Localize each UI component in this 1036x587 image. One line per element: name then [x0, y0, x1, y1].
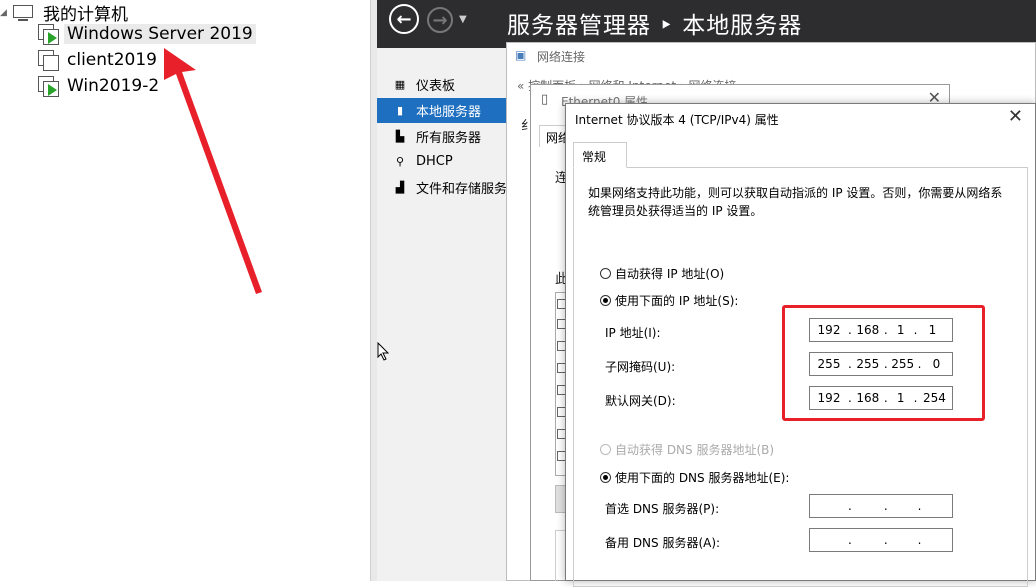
network-folder-icon: ▣ [515, 48, 527, 62]
close-icon: ✕ [1007, 106, 1023, 127]
preferred-dns-label: 首选 DNS 服务器(P): [605, 502, 720, 516]
subnet-mask-label: 子网掩码(U): [605, 360, 676, 374]
vm-library-tree: ◢ 我的计算机 Windows Server 2019 client2019 W… [0, 0, 372, 581]
radio-label: 使用下面的 IP 地址(S): [615, 294, 739, 308]
radio-button[interactable] [600, 268, 611, 279]
tree-item-label: client2019 [67, 50, 157, 70]
annotation-highlight-box [782, 305, 985, 421]
pane-splitter[interactable] [370, 0, 377, 581]
network-adapter-icon: ▯ [541, 92, 549, 107]
default-gateway-label: 默认网关(D): [605, 394, 676, 408]
auto-ip-radio[interactable]: 自动获得 IP 地址(O) [600, 265, 724, 282]
window-title: 网络连接 [537, 50, 586, 64]
nav-item-label: 文件和存储服务 [416, 182, 508, 197]
vm-running-icon [38, 76, 60, 97]
side-text: 纟 [521, 119, 535, 134]
forward-button[interactable]: → [427, 7, 453, 33]
vm-running-icon [38, 24, 60, 45]
tree-item-client2019[interactable]: client2019 [38, 50, 160, 71]
server-manager-header: ← → ▼ 服务器管理器 ‣ 本地服务器 [377, 0, 1036, 48]
radio-button[interactable] [600, 472, 611, 483]
description-text: 如果网络支持此功能，则可以获取自动指派的 IP 设置。否则，你需要从网络系统管理… [588, 186, 1003, 218]
page-title: 服务器管理器 ‣ 本地服务器 [507, 13, 803, 39]
annotation-arrow [164, 48, 262, 294]
nav-item-label: 仪表板 [416, 79, 456, 94]
vm-stopped-icon [38, 50, 60, 71]
nav-item-label: 本地服务器 [416, 105, 482, 120]
radio-label: 自动获得 DNS 服务器地址(B) [615, 443, 775, 457]
nav-item-dashboard[interactable]: ▦ 仪表板 [377, 72, 511, 97]
radio-button[interactable] [600, 295, 611, 306]
alternate-dns-label: 备用 DNS 服务器(A): [605, 536, 721, 550]
collapse-icon[interactable]: ◢ [0, 8, 10, 18]
dhcp-icon: ⚲ [395, 155, 405, 168]
dashboard-icon: ▦ [394, 78, 406, 91]
history-dropdown-icon[interactable]: ▼ [459, 14, 467, 25]
computer-icon [12, 3, 34, 23]
storage-icon: ▟ [395, 181, 405, 194]
back-button[interactable]: ← [389, 4, 419, 34]
radio-label: 自动获得 IP 地址(O) [615, 267, 725, 281]
tree-root-my-computer[interactable]: ◢ 我的计算机 [0, 0, 131, 25]
tree-root-label: 我的计算机 [43, 5, 128, 25]
back-arrow-icon: ← [396, 8, 412, 30]
preferred-dns-field[interactable]: . . . [809, 494, 953, 518]
nav-item-all-servers[interactable]: ▙ 所有服务器 [377, 124, 511, 149]
servers-icon: ▙ [395, 130, 405, 143]
manual-ip-radio[interactable]: 使用下面的 IP 地址(S): [600, 292, 738, 309]
nav-item-label: 所有服务器 [416, 131, 482, 146]
tree-item-win2019-2[interactable]: Win2019-2 [38, 76, 162, 97]
nav-item-file-storage[interactable]: ▟ 文件和存储服务 [377, 175, 511, 200]
mouse-pointer-icon [377, 342, 390, 361]
radio-label: 使用下面的 DNS 服务器地址(E): [615, 471, 790, 485]
nav-item-label: DHCP [416, 154, 453, 169]
auto-dns-radio[interactable]: 自动获得 DNS 服务器地址(B) [600, 441, 774, 458]
window-title: Internet 协议版本 4 (TCP/IPv4) 属性 [575, 113, 779, 127]
nav-item-dhcp[interactable]: ⚲ DHCP [377, 149, 511, 174]
manual-dns-radio[interactable]: 使用下面的 DNS 服务器地址(E): [600, 469, 789, 486]
radio-button[interactable] [600, 444, 611, 455]
nav-item-local-server[interactable]: ▮ 本地服务器 [377, 98, 511, 123]
forward-arrow-icon: → [432, 9, 448, 31]
ip-address-label: IP 地址(I): [605, 326, 661, 340]
server-manager-nav: ▦ 仪表板 ▮ 本地服务器 ▙ 所有服务器 ⚲ DHCP ▟ 文件和存储服务 [377, 48, 511, 581]
close-button[interactable]: ✕ [1008, 106, 1023, 127]
tab-general[interactable]: 常规 [573, 142, 627, 168]
alternate-dns-field[interactable]: . . . [809, 528, 953, 552]
server-icon: ▮ [396, 104, 404, 117]
tree-item-label: Win2019-2 [67, 76, 160, 96]
